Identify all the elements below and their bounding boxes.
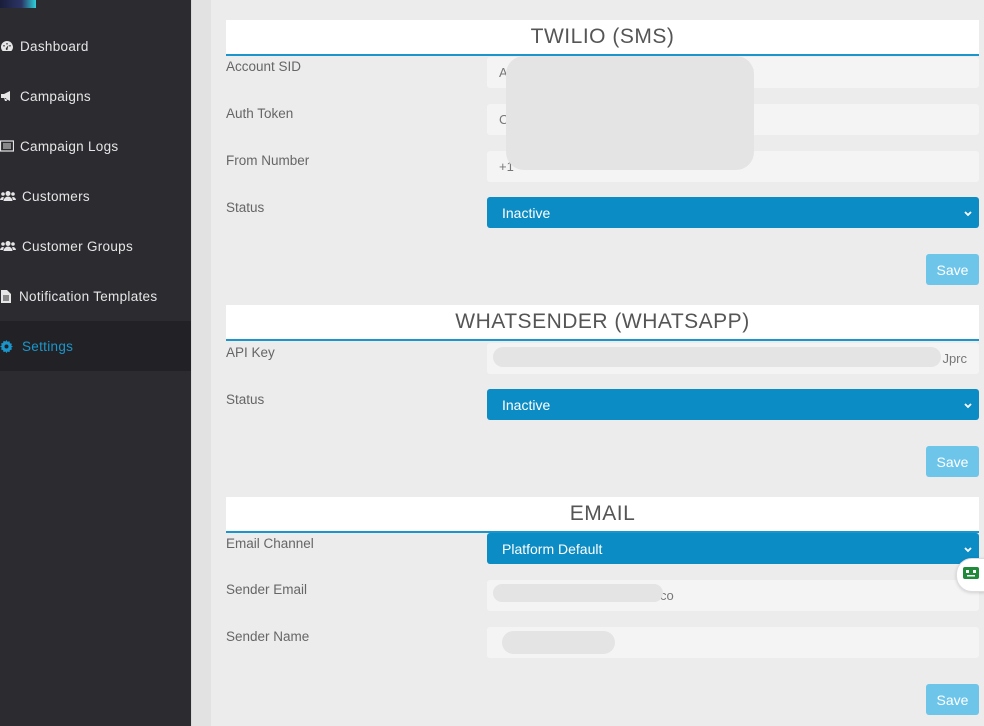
api-key-label: API Key [226, 345, 275, 360]
sidebar-item-campaigns[interactable]: Campaigns [0, 71, 191, 121]
sidebar-item-label: Customers [22, 188, 90, 204]
email-channel-select[interactable]: Platform Default [487, 533, 979, 564]
twilio-section-title: TWILIO (SMS) [226, 20, 979, 56]
users-icon [0, 189, 16, 203]
users-icon [0, 239, 16, 253]
sidebar-item-customer-groups[interactable]: Customer Groups [0, 221, 191, 271]
whatsender-save-button[interactable]: Save [926, 446, 979, 477]
sidebar-item-settings[interactable]: Settings [0, 321, 191, 371]
redaction-blob [506, 56, 754, 170]
twilio-status-value: Inactive [502, 204, 551, 221]
twilio-status-label: Status [226, 200, 265, 215]
chevron-down-icon [963, 398, 973, 414]
content-gutter [191, 0, 211, 726]
sidebar-item-campaign-logs[interactable]: Campaign Logs [0, 121, 191, 171]
whatsender-status-label: Status [226, 392, 265, 407]
api-key-value-end: Jprc [942, 351, 967, 366]
sidebar-item-label: Campaign Logs [20, 138, 119, 154]
sidebar-item-label: Campaigns [20, 88, 91, 104]
file-icon [0, 289, 16, 303]
chevron-down-icon [963, 542, 973, 558]
whatsender-status-value: Inactive [502, 396, 551, 413]
sidebar-item-dashboard[interactable]: Dashboard [0, 21, 191, 71]
whatsender-status-select[interactable]: Inactive [487, 389, 979, 420]
gear-icon [0, 339, 16, 353]
chat-widget[interactable] [956, 558, 984, 592]
logo[interactable] [0, 0, 36, 8]
sender-email-label: Sender Email [226, 582, 308, 597]
twilio-status-select[interactable]: Inactive [487, 197, 979, 228]
email-channel-value: Platform Default [502, 540, 603, 557]
robot-icon [962, 565, 980, 586]
sidebar-item-label: Customer Groups [22, 238, 134, 254]
dashboard-icon [0, 39, 16, 53]
list-icon [0, 139, 16, 153]
sender-name-label: Sender Name [226, 629, 310, 644]
bullhorn-icon [0, 89, 16, 103]
auth-token-label: Auth Token [226, 106, 294, 121]
redaction-blob [493, 347, 941, 367]
sidebar-item-label: Dashboard [20, 38, 89, 54]
sidebar-item-notification-templates[interactable]: Notification Templates [0, 271, 191, 321]
account-sid-label: Account SID [226, 59, 302, 74]
sidebar: Dashboard Campaigns Campaign Logs Custom… [0, 0, 191, 726]
email-section-title: EMAIL [226, 497, 979, 533]
redaction-blob [502, 631, 615, 654]
chevron-down-icon [963, 206, 973, 222]
redaction-blob [493, 584, 663, 602]
email-channel-label: Email Channel [226, 536, 314, 551]
sidebar-item-customers[interactable]: Customers [0, 171, 191, 221]
whatsender-section-title: WHATSENDER (WHATSAPP) [226, 305, 979, 341]
sidebar-item-label: Settings [22, 338, 74, 354]
from-number-label: From Number [226, 153, 310, 168]
twilio-save-button[interactable]: Save [926, 254, 979, 285]
sidebar-item-label: Notification Templates [19, 288, 158, 304]
email-save-button[interactable]: Save [926, 684, 979, 715]
